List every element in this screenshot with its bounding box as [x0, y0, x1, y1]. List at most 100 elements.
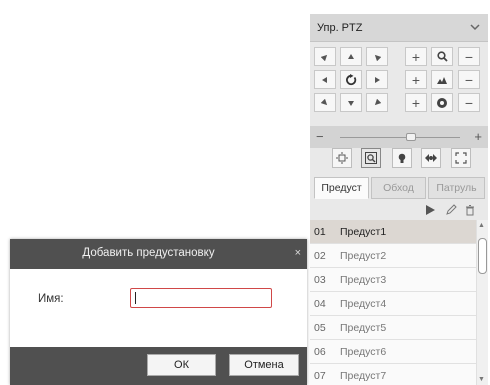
focus-in-button[interactable]: +: [405, 70, 427, 89]
ptz-header[interactable]: Упр. PTZ: [310, 14, 488, 42]
pan-down-right-button[interactable]: [366, 93, 388, 112]
text-caret: [135, 292, 136, 304]
focus-mountain-icon: [437, 76, 447, 84]
cancel-button[interactable]: Отмена: [229, 354, 299, 376]
list-item[interactable]: 05 Предуст5: [310, 316, 476, 340]
speed-increase-button[interactable]: +: [474, 129, 482, 144]
slider-thumb[interactable]: [405, 133, 416, 141]
arrow-down-right-icon: [374, 98, 381, 105]
iris-open-button[interactable]: +: [405, 93, 427, 112]
tab-patrol[interactable]: Обход: [371, 177, 426, 199]
zoom-button[interactable]: [431, 47, 453, 66]
preset-name: Предуст7: [340, 370, 387, 382]
preset-actions: [310, 200, 488, 220]
preset-number: 05: [314, 322, 326, 334]
delete-icon[interactable]: [464, 204, 476, 216]
list-item[interactable]: 02 Предуст2: [310, 244, 476, 268]
scroll-down-icon[interactable]: ▼: [478, 376, 485, 383]
minus-icon: −: [464, 94, 474, 111]
positioning-icon: [425, 154, 437, 162]
list-item[interactable]: 03 Предуст3: [310, 268, 476, 292]
plus-icon: +: [411, 48, 421, 65]
auto-scan-button[interactable]: [340, 70, 362, 89]
dialog-title: Добавить предустановку: [82, 247, 215, 259]
ok-button[interactable]: ОК: [147, 354, 216, 376]
preset-number: 03: [314, 274, 326, 286]
arrow-up-icon: [348, 53, 354, 59]
arrow-up-right-icon: [374, 54, 381, 61]
close-icon[interactable]: ×: [295, 247, 301, 259]
pan-right-button[interactable]: [366, 70, 388, 89]
iris-close-button[interactable]: −: [458, 93, 480, 112]
pan-up-right-button[interactable]: [366, 47, 388, 66]
arrow-right-icon: [375, 76, 380, 83]
preset-number: 07: [314, 370, 326, 382]
3d-positioning-button[interactable]: [421, 148, 441, 168]
name-input[interactable]: [130, 288, 272, 308]
ptz-tabs: Предуст Обход Патруль: [314, 177, 486, 199]
slider-track[interactable]: [340, 137, 460, 138]
tab-preset[interactable]: Предуст: [314, 177, 369, 199]
wiper-button[interactable]: [392, 148, 412, 168]
minus-icon: −: [464, 48, 474, 65]
pan-down-button[interactable]: [340, 93, 362, 112]
preset-number: 02: [314, 250, 326, 262]
focus-out-button[interactable]: −: [458, 70, 480, 89]
preset-name: Предуст3: [340, 274, 387, 286]
zoom-in-button[interactable]: +: [405, 47, 427, 66]
add-preset-dialog: Добавить предустановку × Имя: ОК Отмена: [10, 239, 307, 385]
refresh-icon: [346, 73, 357, 85]
preset-name: Предуст5: [340, 322, 387, 334]
pan-down-left-button[interactable]: [314, 93, 336, 112]
preset-number: 01: [314, 226, 326, 238]
dialog-footer: ОК Отмена: [10, 347, 307, 385]
focus-button[interactable]: [431, 70, 453, 89]
arrow-down-left-icon: [321, 98, 328, 105]
scroll-up-icon[interactable]: ▲: [478, 222, 485, 229]
bulb-icon: [398, 153, 406, 163]
zoom-out-button[interactable]: −: [458, 47, 480, 66]
area-zoom-icon: [365, 152, 377, 164]
list-item[interactable]: 06 Предуст6: [310, 340, 476, 364]
list-item[interactable]: 07 Предуст7: [310, 364, 476, 385]
light-icon: [336, 152, 348, 164]
preset-number: 06: [314, 346, 326, 358]
preset-name: Предуст2: [340, 250, 387, 262]
iris-button[interactable]: [431, 93, 453, 112]
chevron-down-icon[interactable]: [469, 21, 481, 33]
dialog-body: Имя:: [10, 269, 307, 347]
magnifier-icon: [436, 51, 448, 62]
arrow-up-left-icon: [321, 54, 328, 61]
iris-icon: [437, 97, 447, 108]
speed-slider[interactable]: − +: [310, 126, 488, 148]
play-icon[interactable]: [424, 204, 436, 216]
light-button[interactable]: [332, 148, 352, 168]
preset-list: 01 Предуст1 02 Предуст2 03 Предуст3 04 Преду…: [310, 220, 488, 385]
arrow-down-icon: [348, 100, 354, 106]
preset-name: Предуст6: [340, 346, 387, 358]
plus-icon: +: [411, 71, 421, 88]
edit-icon[interactable]: [445, 204, 457, 216]
ptz-title: Упр. PTZ: [317, 22, 363, 34]
minus-icon: −: [464, 71, 474, 88]
list-scrollbar[interactable]: ▲ ▼: [476, 220, 488, 385]
plus-icon: +: [411, 94, 421, 111]
area-zoom-button[interactable]: [361, 148, 381, 168]
list-item[interactable]: 01 Предуст1: [310, 220, 476, 244]
preset-name: Предуст4: [340, 298, 387, 310]
ptz-panel: Упр. PTZ + − + − + − − + Предуст Обход П…: [310, 14, 488, 385]
preset-number: 04: [314, 298, 326, 310]
expand-icon: [455, 152, 467, 164]
pan-left-button[interactable]: [314, 70, 336, 89]
scrollbar-thumb[interactable]: [478, 238, 487, 274]
name-label: Имя:: [38, 293, 64, 305]
arrow-left-icon: [322, 76, 327, 83]
preset-name: Предуст1: [340, 226, 387, 238]
list-item[interactable]: 04 Предуст4: [310, 292, 476, 316]
pan-up-left-button[interactable]: [314, 47, 336, 66]
speed-decrease-button[interactable]: −: [316, 129, 324, 144]
pan-up-button[interactable]: [340, 47, 362, 66]
dialog-header[interactable]: Добавить предустановку ×: [10, 239, 307, 269]
fullscreen-button[interactable]: [451, 148, 471, 168]
tab-pattern[interactable]: Патруль: [428, 177, 485, 199]
